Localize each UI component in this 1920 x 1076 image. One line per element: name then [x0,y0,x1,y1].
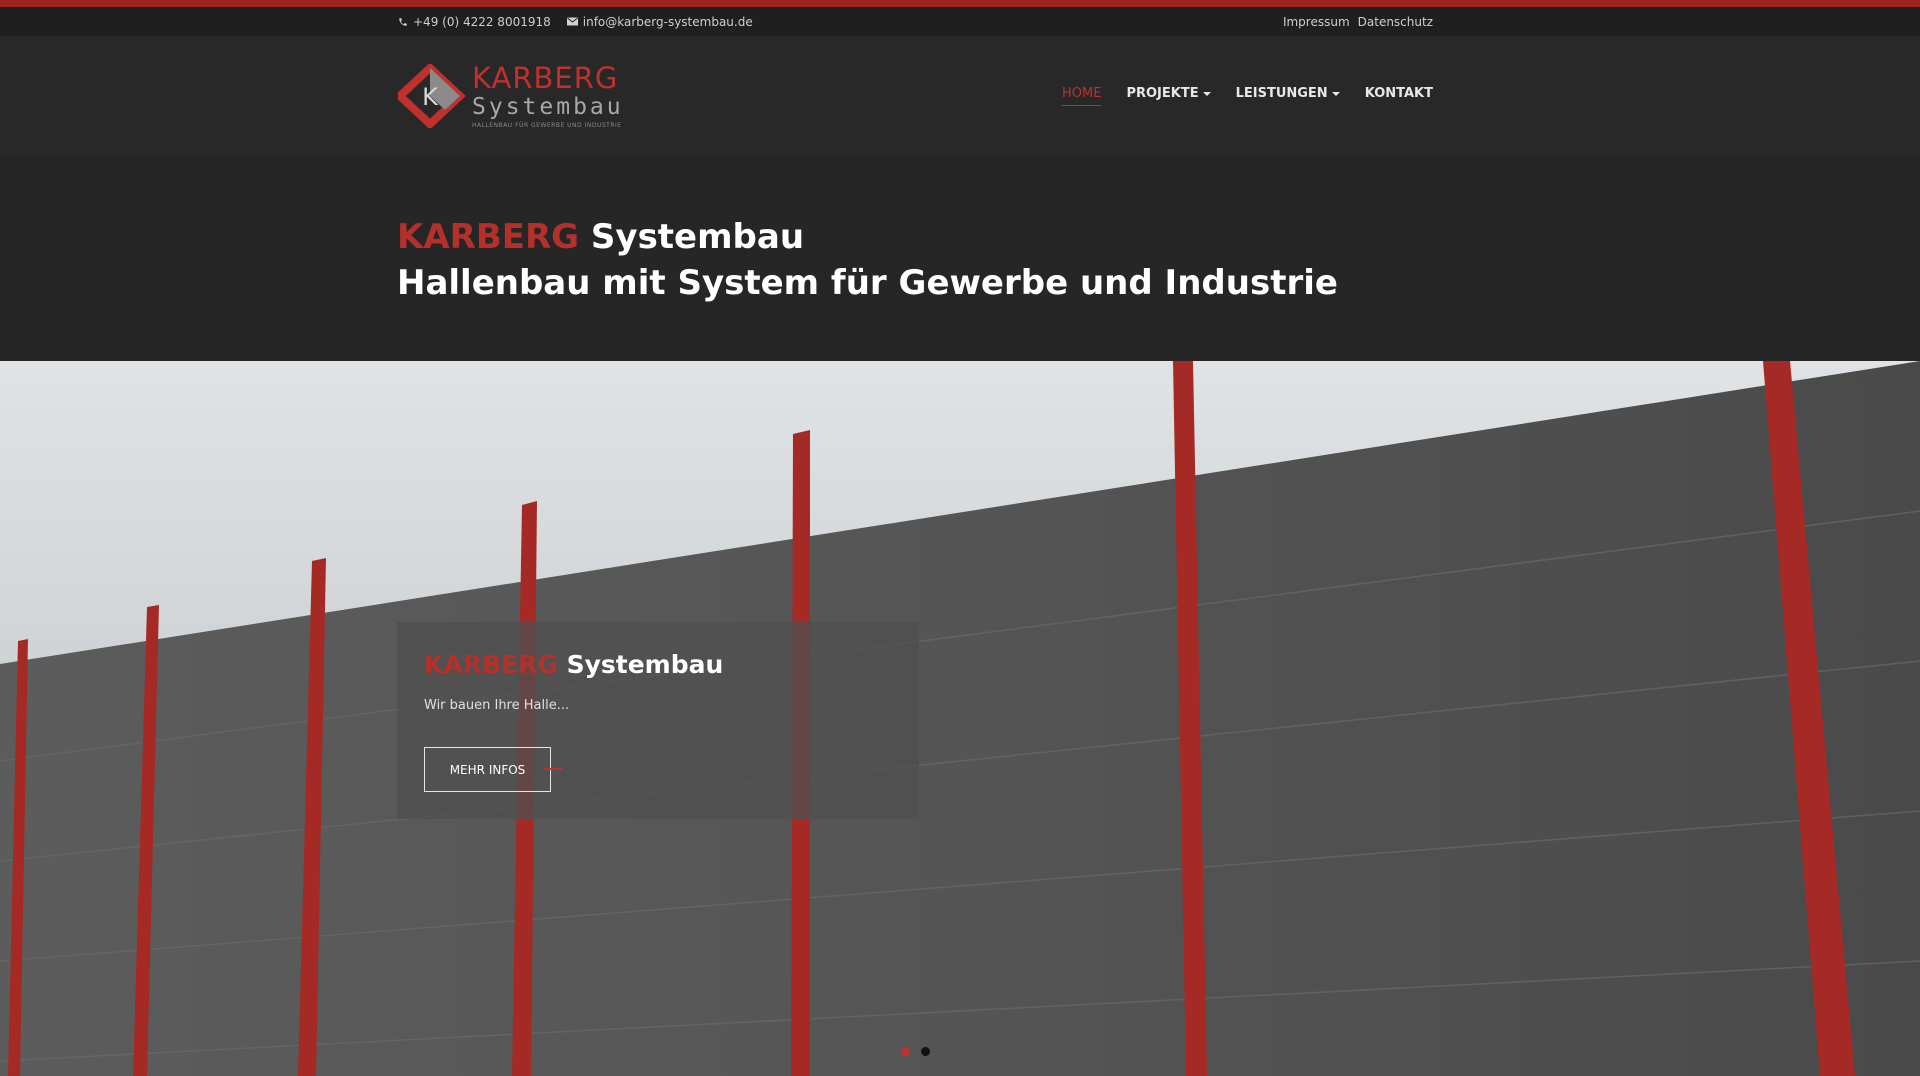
nav-label: KONTAKT [1364,86,1433,101]
hero-slider [0,361,1920,1076]
nav-label: LEISTUNGEN [1235,86,1328,101]
main-nav: HOME PROJEKTE LEISTUNGEN KONTAKT [1062,86,1433,106]
phone-number: +49 (0) 4222 8001918 [413,14,551,29]
top-bar: +49 (0) 4222 8001918 info@karberg-system… [0,7,1920,36]
logo-letter: K [422,83,439,111]
slide-title-rest: Systembau [557,650,724,679]
nav-item-home[interactable]: HOME [1062,86,1102,106]
nav-label: PROJEKTE [1126,86,1199,101]
more-info-button[interactable]: MEHR INFOS [424,747,551,792]
hero-image [0,361,1920,1076]
email-contact[interactable]: info@karberg-systembau.de [566,14,753,29]
legal-links: Impressum Datenschutz [1283,15,1433,29]
intro-title: KARBERG Systembau [397,214,1338,260]
logo-diamond-icon: K [398,64,466,128]
phone-icon [399,17,407,26]
envelope-icon [566,17,578,26]
intro-title-rest: Systembau [579,217,805,257]
datenschutz-link[interactable]: Datenschutz [1358,15,1433,29]
caret-down-icon [1202,91,1211,96]
nav-item-projekte[interactable]: PROJEKTE [1126,86,1211,106]
slide-text: Wir bauen Ihre Halle... [424,698,570,713]
nav-item-kontakt[interactable]: KONTAKT [1365,86,1433,106]
nav-label: HOME [1062,86,1102,101]
intro-subtitle: Hallenbau mit System für Gewerbe und Ind… [397,263,1338,303]
slide-caption: KARBERG Systembau Wir bauen Ihre Halle..… [397,622,919,819]
nav-item-leistungen[interactable]: LEISTUNGEN [1236,86,1340,106]
arrow-right-icon [544,768,562,770]
slider-dot-2[interactable] [921,1047,930,1056]
intro-brand: KARBERG [397,217,580,257]
site-header: K KARBERG Systembau HALLENBAU FÜR GEWERB… [0,36,1920,156]
site-logo[interactable]: K KARBERG Systembau HALLENBAU FÜR GEWERB… [398,60,624,129]
slide-title: KARBERG Systembau [424,650,723,679]
intro-section: KARBERG Systembau Hallenbau mit System f… [0,156,1920,361]
email-address: info@karberg-systembau.de [582,14,753,29]
contact-info: +49 (0) 4222 8001918 info@karberg-system… [398,15,753,29]
slider-dot-1[interactable] [901,1047,910,1056]
impressum-link[interactable]: Impressum [1283,15,1350,29]
caret-down-icon [1331,91,1340,96]
logo-sub: Systembau [472,93,624,120]
logo-tagline: HALLENBAU FÜR GEWERBE UND INDUSTRIE [472,121,622,129]
slider-pagination [901,1047,930,1056]
logo-brand: KARBERG [472,60,619,95]
top-accent-bar [0,0,1920,7]
slide-brand: KARBERG [424,650,558,679]
phone-contact[interactable]: +49 (0) 4222 8001918 [398,15,551,29]
